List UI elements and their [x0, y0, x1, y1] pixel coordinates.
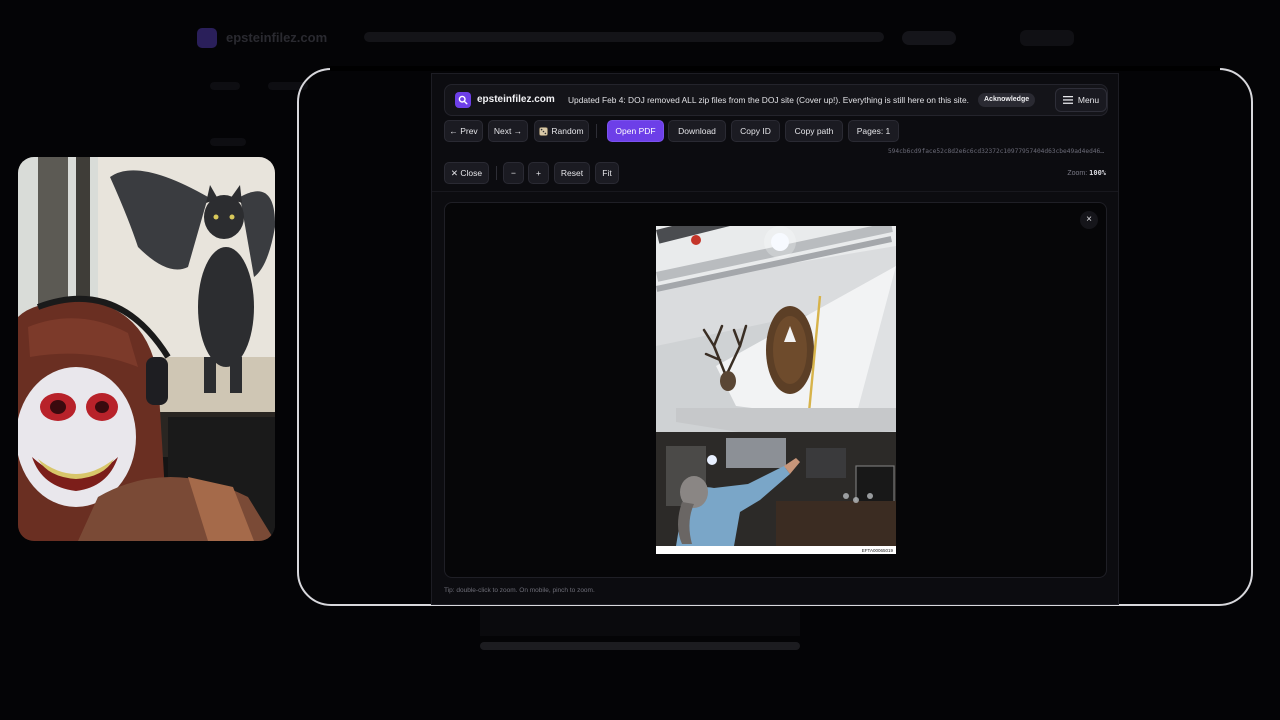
background-logo-icon [197, 28, 217, 48]
background-thumbnail [480, 606, 800, 636]
background-heading-line [210, 138, 246, 146]
document-image[interactable]: EFTA00065019 [656, 226, 896, 554]
background-acknowledge [902, 31, 956, 45]
toolbar-divider [432, 191, 1118, 192]
download-button[interactable]: Download [668, 120, 726, 142]
open-pdf-button[interactable]: Open PDF [607, 120, 664, 142]
zoom-prefix: Zoom: [1067, 170, 1088, 177]
background-banner [364, 32, 884, 42]
close-label: ✕ Close [450, 167, 483, 178]
site-name[interactable]: epsteinfilez.com [477, 94, 555, 105]
zoom-readout: Zoom: 100% [1067, 169, 1106, 177]
copy-id-button[interactable]: Copy ID [731, 120, 780, 142]
zoom-out-button[interactable]: − [503, 162, 524, 184]
next-button[interactable]: Next → [488, 120, 528, 142]
reset-zoom-button[interactable]: Reset [554, 162, 590, 184]
image-viewport[interactable]: × EFTA00065019 [444, 202, 1107, 578]
open-pdf-label: Open PDF [615, 126, 656, 136]
close-icon[interactable]: × [1080, 211, 1098, 229]
toolbar-separator [496, 166, 497, 180]
copy-path-button[interactable]: Copy path [785, 120, 843, 142]
site-header: epsteinfilez.com Updated Feb 4: DOJ remo… [444, 84, 1108, 116]
zoom-tip: Tip: double-click to zoom. On mobile, pi… [444, 587, 595, 594]
pages-indicator: Pages: 1 [848, 120, 899, 142]
acknowledge-button[interactable]: Acknowledge [978, 93, 1036, 107]
document-viewer-modal: epsteinfilez.com Updated Feb 4: DOJ remo… [431, 73, 1119, 605]
document-hash: 594cb6cd9face52c8d2e6c6cd32372c109779574… [887, 148, 1104, 155]
menu-button[interactable]: Menu [1055, 88, 1107, 112]
fit-label: Fit [602, 168, 612, 178]
zoom-value: 100% [1089, 169, 1106, 177]
dice-icon [539, 126, 549, 136]
next-label: Next → [493, 126, 523, 136]
zoom-in-button[interactable]: + [528, 162, 549, 184]
zoom-in-label: + [536, 168, 541, 178]
reset-label: Reset [560, 168, 584, 178]
prev-label: ← Prev [449, 126, 478, 136]
fit-button[interactable]: Fit [595, 162, 619, 184]
search-icon[interactable] [455, 92, 471, 108]
random-button[interactable]: Random [534, 120, 589, 142]
toolbar-separator [596, 124, 597, 138]
menu-label: Menu [1077, 95, 1100, 105]
random-label: Random [551, 126, 584, 136]
background-site-name: epsteinfilez.com [226, 30, 328, 45]
pages-label: Pages: 1 [856, 126, 891, 136]
close-viewer-button[interactable]: ✕ Close [444, 162, 489, 184]
zoom-out-label: − [511, 168, 516, 178]
background-nav-line [210, 82, 240, 90]
download-label: Download [678, 126, 716, 136]
update-notice: Updated Feb 4: DOJ removed ALL zip files… [568, 95, 969, 105]
copy-path-label: Copy path [794, 126, 834, 136]
document-stamp: EFTA00065019 [861, 548, 893, 553]
copy-id-label: Copy ID [740, 126, 771, 136]
background-caption-line [480, 642, 800, 650]
prev-button[interactable]: ← Prev [444, 120, 483, 142]
hamburger-icon [1062, 96, 1073, 104]
webcam-overlay [18, 157, 275, 541]
background-menu [1020, 30, 1074, 46]
device-frame-notch [330, 66, 1220, 71]
